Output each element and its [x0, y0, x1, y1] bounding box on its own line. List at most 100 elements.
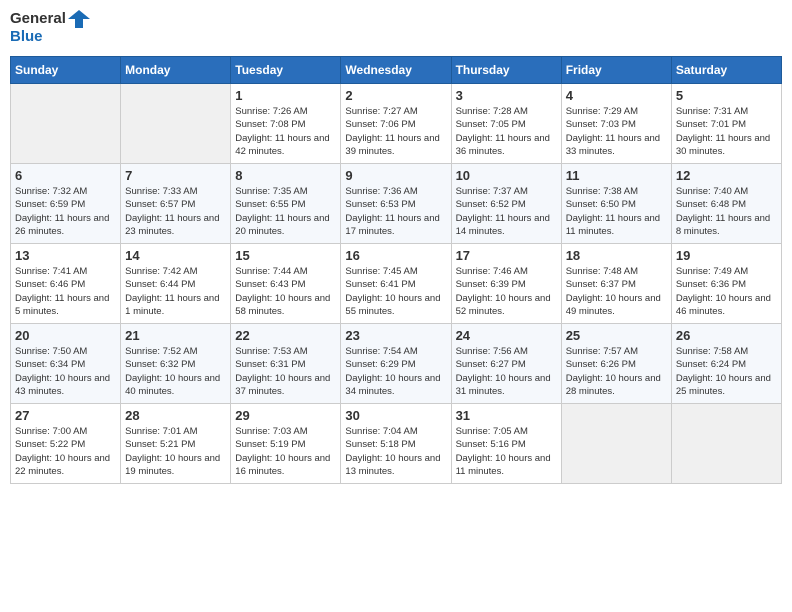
calendar-cell: 1 Sunrise: 7:26 AMSunset: 7:08 PMDaylight… [231, 84, 341, 164]
day-number: 5 [676, 88, 777, 103]
day-info: Sunrise: 7:32 AMSunset: 6:59 PMDaylight:… [15, 185, 116, 238]
day-number: 26 [676, 328, 777, 343]
day-info: Sunrise: 7:40 AMSunset: 6:48 PMDaylight:… [676, 185, 777, 238]
day-number: 18 [566, 248, 667, 263]
day-info: Sunrise: 7:33 AMSunset: 6:57 PMDaylight:… [125, 185, 226, 238]
day-info: Sunrise: 7:44 AMSunset: 6:43 PMDaylight:… [235, 265, 336, 318]
day-number: 23 [345, 328, 446, 343]
calendar-cell: 30 Sunrise: 7:04 AMSunset: 5:18 PMDayligh… [341, 404, 451, 484]
calendar-cell: 6 Sunrise: 7:32 AMSunset: 6:59 PMDaylight… [11, 164, 121, 244]
day-info: Sunrise: 7:50 AMSunset: 6:34 PMDaylight:… [15, 345, 116, 398]
calendar-cell: 10Sunrise: 7:37 AMSunset: 6:52 PMDayligh… [451, 164, 561, 244]
day-info: Sunrise: 7:28 AMSunset: 7:05 PMDaylight:… [456, 105, 557, 158]
calendar-cell: 12 Sunrise: 7:40 AMSunset: 6:48 PMDayligh… [671, 164, 781, 244]
day-number: 1 [235, 88, 336, 103]
day-info: Sunrise: 7:41 AMSunset: 6:46 PMDaylight:… [15, 265, 116, 318]
calendar-cell: 26 Sunrise: 7:58 AMSunset: 6:24 PMDayligh… [671, 324, 781, 404]
day-info: Sunrise: 7:36 AMSunset: 6:53 PMDaylight:… [345, 185, 446, 238]
day-number: 3 [456, 88, 557, 103]
day-header-sunday: Sunday [11, 57, 121, 84]
day-number: 14 [125, 248, 226, 263]
day-number: 15 [235, 248, 336, 263]
calendar-cell: 29 Sunrise: 7:03 AMSunset: 5:19 PMDayligh… [231, 404, 341, 484]
calendar-cell: 4 Sunrise: 7:29 AMSunset: 7:03 PMDaylight… [561, 84, 671, 164]
day-number: 6 [15, 168, 116, 183]
calendar-cell: 3 Sunrise: 7:28 AMSunset: 7:05 PMDaylight… [451, 84, 561, 164]
calendar-cell [11, 84, 121, 164]
day-header-saturday: Saturday [671, 57, 781, 84]
day-info: Sunrise: 7:37 AMSunset: 6:52 PMDaylight:… [456, 185, 557, 238]
day-number: 22 [235, 328, 336, 343]
calendar-cell: 31 Sunrise: 7:05 AMSunset: 5:16 PMDayligh… [451, 404, 561, 484]
day-info: Sunrise: 7:46 AMSunset: 6:39 PMDaylight:… [456, 265, 557, 318]
calendar-cell: 20 Sunrise: 7:50 AMSunset: 6:34 PMDayligh… [11, 324, 121, 404]
day-info: Sunrise: 7:56 AMSunset: 6:27 PMDaylight:… [456, 345, 557, 398]
calendar-cell: 23 Sunrise: 7:54 AMSunset: 6:29 PMDayligh… [341, 324, 451, 404]
day-number: 27 [15, 408, 116, 423]
day-number: 31 [456, 408, 557, 423]
day-number: 11 [566, 168, 667, 183]
calendar-cell: 24 Sunrise: 7:56 AMSunset: 6:27 PMDayligh… [451, 324, 561, 404]
day-number: 4 [566, 88, 667, 103]
day-number: 20 [15, 328, 116, 343]
calendar-cell [121, 84, 231, 164]
day-header-thursday: Thursday [451, 57, 561, 84]
day-info: Sunrise: 7:35 AMSunset: 6:55 PMDaylight:… [235, 185, 336, 238]
calendar-cell: 2Sunrise: 7:27 AMSunset: 7:06 PMDaylight… [341, 84, 451, 164]
calendar-cell: 16 Sunrise: 7:45 AMSunset: 6:41 PMDayligh… [341, 244, 451, 324]
day-info: Sunrise: 7:05 AMSunset: 5:16 PMDaylight:… [456, 425, 557, 478]
calendar-cell: 5 Sunrise: 7:31 AMSunset: 7:01 PMDaylight… [671, 84, 781, 164]
day-info: Sunrise: 7:52 AMSunset: 6:32 PMDaylight:… [125, 345, 226, 398]
day-info: Sunrise: 7:58 AMSunset: 6:24 PMDaylight:… [676, 345, 777, 398]
day-info: Sunrise: 7:38 AMSunset: 6:50 PMDaylight:… [566, 185, 667, 238]
day-header-tuesday: Tuesday [231, 57, 341, 84]
calendar-cell: 15 Sunrise: 7:44 AMSunset: 6:43 PMDayligh… [231, 244, 341, 324]
day-info: Sunrise: 7:27 AMSunset: 7:06 PMDaylight:… [345, 105, 446, 158]
logo: General Blue [10, 10, 90, 46]
day-number: 12 [676, 168, 777, 183]
day-info: Sunrise: 7:26 AMSunset: 7:08 PMDaylight:… [235, 105, 336, 158]
logo-blue: Blue [10, 28, 90, 46]
day-number: 16 [345, 248, 446, 263]
day-header-monday: Monday [121, 57, 231, 84]
day-number: 25 [566, 328, 667, 343]
calendar-cell: 19 Sunrise: 7:49 AMSunset: 6:36 PMDayligh… [671, 244, 781, 324]
day-info: Sunrise: 7:49 AMSunset: 6:36 PMDaylight:… [676, 265, 777, 318]
day-number: 19 [676, 248, 777, 263]
day-header-friday: Friday [561, 57, 671, 84]
day-number: 13 [15, 248, 116, 263]
calendar-cell: 28 Sunrise: 7:01 AMSunset: 5:21 PMDayligh… [121, 404, 231, 484]
calendar-cell: 17 Sunrise: 7:46 AMSunset: 6:39 PMDayligh… [451, 244, 561, 324]
day-info: Sunrise: 7:53 AMSunset: 6:31 PMDaylight:… [235, 345, 336, 398]
calendar-cell: 7Sunrise: 7:33 AMSunset: 6:57 PMDaylight… [121, 164, 231, 244]
calendar-cell: 25Sunrise: 7:57 AMSunset: 6:26 PMDayligh… [561, 324, 671, 404]
day-number: 28 [125, 408, 226, 423]
day-info: Sunrise: 7:00 AMSunset: 5:22 PMDaylight:… [15, 425, 116, 478]
day-info: Sunrise: 7:04 AMSunset: 5:18 PMDaylight:… [345, 425, 446, 478]
day-info: Sunrise: 7:42 AMSunset: 6:44 PMDaylight:… [125, 265, 226, 318]
day-info: Sunrise: 7:29 AMSunset: 7:03 PMDaylight:… [566, 105, 667, 158]
calendar-cell [671, 404, 781, 484]
day-info: Sunrise: 7:54 AMSunset: 6:29 PMDaylight:… [345, 345, 446, 398]
logo-general: General [10, 10, 66, 28]
calendar-cell: 27 Sunrise: 7:00 AMSunset: 5:22 PMDayligh… [11, 404, 121, 484]
day-info: Sunrise: 7:31 AMSunset: 7:01 PMDaylight:… [676, 105, 777, 158]
day-number: 30 [345, 408, 446, 423]
day-number: 17 [456, 248, 557, 263]
day-info: Sunrise: 7:03 AMSunset: 5:19 PMDaylight:… [235, 425, 336, 478]
day-header-wednesday: Wednesday [341, 57, 451, 84]
logo-bird-icon [68, 10, 90, 28]
calendar-cell: 14 Sunrise: 7:42 AMSunset: 6:44 PMDayligh… [121, 244, 231, 324]
day-number: 9 [345, 168, 446, 183]
calendar-table: SundayMondayTuesdayWednesdayThursdayFrid… [10, 56, 782, 484]
day-number: 24 [456, 328, 557, 343]
calendar-cell [561, 404, 671, 484]
day-number: 29 [235, 408, 336, 423]
header: General Blue [10, 10, 782, 46]
day-number: 8 [235, 168, 336, 183]
day-info: Sunrise: 7:45 AMSunset: 6:41 PMDaylight:… [345, 265, 446, 318]
day-info: Sunrise: 7:01 AMSunset: 5:21 PMDaylight:… [125, 425, 226, 478]
calendar-cell: 18Sunrise: 7:48 AMSunset: 6:37 PMDayligh… [561, 244, 671, 324]
calendar-cell: 8 Sunrise: 7:35 AMSunset: 6:55 PMDaylight… [231, 164, 341, 244]
calendar-cell: 11 Sunrise: 7:38 AMSunset: 6:50 PMDayligh… [561, 164, 671, 244]
